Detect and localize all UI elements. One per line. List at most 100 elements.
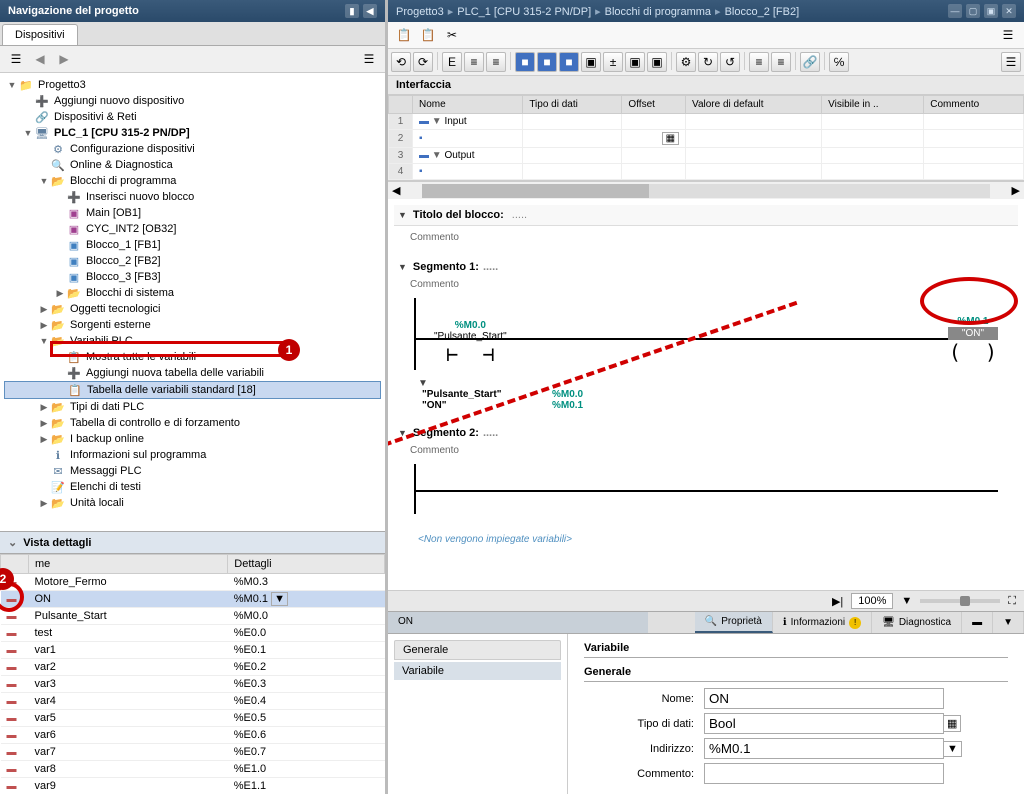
interface-hscroll[interactable]: ◀ ▶: [388, 181, 1024, 199]
tb-btn[interactable]: E: [442, 52, 462, 72]
addr-picker-btn[interactable]: ▼: [943, 741, 962, 757]
detail-row[interactable]: ▬var1%E0.1: [1, 642, 385, 659]
detail-row[interactable]: ▬var5%E0.5: [1, 710, 385, 727]
iface-col[interactable]: Offset: [622, 96, 686, 114]
close-icon[interactable]: ✕: [1002, 4, 1016, 18]
tab-diag[interactable]: 🖥 Diagnostica: [872, 612, 962, 633]
tb-btn[interactable]: ↺: [720, 52, 740, 72]
type-picker-btn[interactable]: ▦: [943, 715, 961, 732]
tree-item[interactable]: ▼📂Variabili PLC: [4, 333, 381, 349]
detail-row[interactable]: ▬var4%E0.4: [1, 693, 385, 710]
props-side-general[interactable]: Generale: [394, 640, 561, 660]
detail-table[interactable]: me Dettagli ▬Motore_Fermo%M0.3▬ON%M0.1 ▼…: [0, 554, 385, 794]
tree-item[interactable]: ▼🖥PLC_1 [CPU 315-2 PN/DP]: [4, 125, 381, 141]
tree-item[interactable]: ▣CYC_INT2 [OB32]: [4, 221, 381, 237]
tree-item[interactable]: ➕Inserisci nuovo blocco: [4, 189, 381, 205]
field-name[interactable]: [704, 688, 944, 709]
tree-item[interactable]: ▶📂Sorgenti esterne: [4, 317, 381, 333]
tb-btn[interactable]: ≡: [771, 52, 791, 72]
minimize-icon[interactable]: —: [948, 4, 962, 18]
tb-btn[interactable]: ■: [559, 52, 579, 72]
panel-btn[interactable]: ◀: [363, 4, 377, 18]
caret-down-icon[interactable]: ▼: [398, 428, 407, 438]
interface-table[interactable]: NomeTipo di datiOffsetValore di defaultV…: [388, 95, 1024, 181]
tree-item[interactable]: ▶📂Tipi di dati PLC: [4, 399, 381, 415]
caret-down-icon[interactable]: ▼: [398, 210, 407, 220]
restore-icon[interactable]: ▢: [966, 4, 980, 18]
detail-row[interactable]: ▬test%E0.0: [1, 625, 385, 642]
detail-row[interactable]: ▬var9%E1.1: [1, 778, 385, 794]
iface-col[interactable]: Commento: [924, 96, 1024, 114]
tree-item[interactable]: ➕Aggiungi nuova tabella delle variabili: [4, 365, 381, 381]
tree-item[interactable]: ⚙Configurazione dispositivi: [4, 141, 381, 157]
tree-collapse-btn[interactable]: ☰: [6, 49, 26, 69]
tb-btn[interactable]: ≡: [464, 52, 484, 72]
tb-btn[interactable]: 🔗: [800, 52, 820, 72]
detail-row[interactable]: ▬var6%E0.6: [1, 727, 385, 744]
lad-coil[interactable]: %M0.1 "ON" ( ): [948, 316, 998, 364]
segment-2[interactable]: ▼ Segmento 2: ..... Commento <Non vengon…: [394, 423, 1018, 565]
tb-btn[interactable]: ≡: [749, 52, 769, 72]
tree-item[interactable]: ℹInformazioni sul programma: [4, 447, 381, 463]
detail-row[interactable]: ▬var7%E0.7: [1, 744, 385, 761]
tb-btn[interactable]: ▣: [647, 52, 667, 72]
iface-row[interactable]: 4▪: [389, 164, 1024, 180]
field-addr[interactable]: [704, 738, 944, 759]
col-name[interactable]: me: [29, 555, 228, 574]
tb-btn[interactable]: ⟲: [391, 52, 411, 72]
tab-dispositivi[interactable]: Dispositivi: [2, 24, 78, 45]
maximize-icon[interactable]: ▣: [984, 4, 998, 18]
nav-back-btn[interactable]: ◀: [30, 49, 50, 69]
tree-item[interactable]: 🔗Dispositivi & Reti: [4, 109, 381, 125]
tree-item[interactable]: 📋Tabella delle variabili standard [18]: [4, 381, 381, 399]
tb-btn[interactable]: ☰: [1001, 52, 1021, 72]
tree-item[interactable]: ▼📂Blocchi di programma: [4, 173, 381, 189]
iface-col[interactable]: [389, 96, 413, 114]
tool-btn[interactable]: ☰: [998, 25, 1018, 45]
detail-view-header[interactable]: ⌄ Vista dettagli: [0, 531, 385, 554]
tb-btn[interactable]: ↻: [698, 52, 718, 72]
detail-row[interactable]: ▬Motore_Fermo%M0.3: [1, 574, 385, 591]
field-comment[interactable]: [704, 763, 944, 784]
props-side-variable[interactable]: Variabile: [394, 662, 561, 680]
tree-opt-btn[interactable]: ☰: [359, 49, 379, 69]
project-tree[interactable]: 1 ▼📁Progetto3➕Aggiungi nuovo dispositivo…: [0, 73, 385, 531]
tree-item[interactable]: ➕Aggiungi nuovo dispositivo: [4, 93, 381, 109]
tb-btn[interactable]: ≡: [486, 52, 506, 72]
iface-col[interactable]: Tipo di dati: [523, 96, 622, 114]
tree-item[interactable]: ▣Main [OB1]: [4, 205, 381, 221]
tree-item[interactable]: ✉Messaggi PLC: [4, 463, 381, 479]
tree-item[interactable]: ▣Blocco_1 [FB1]: [4, 237, 381, 253]
iface-col[interactable]: Valore di default: [686, 96, 822, 114]
tree-item[interactable]: ▶📂I backup online: [4, 431, 381, 447]
breadcrumb-item[interactable]: PLC_1 [CPU 315-2 PN/DP]: [457, 6, 591, 18]
block-editor[interactable]: ▼ Titolo del blocco: ..... Commento ▼ Se…: [388, 199, 1024, 590]
tree-item[interactable]: 🔍Online & Diagnostica: [4, 157, 381, 173]
tb-btn[interactable]: ℅: [829, 52, 849, 72]
caret-down-icon[interactable]: ▼: [398, 262, 407, 272]
tool-btn[interactable]: 📋: [418, 25, 438, 45]
segment-1[interactable]: ▼ Segmento 1: ..... Commento %M0.0 "Puls…: [394, 257, 1018, 411]
detail-row[interactable]: ▬Pulsante_Start%M0.0: [1, 608, 385, 625]
tree-item[interactable]: ▼📁Progetto3: [4, 77, 381, 93]
col-details[interactable]: Dettagli: [228, 555, 385, 574]
props-close-btn[interactable]: ▼: [993, 612, 1024, 633]
iface-row[interactable]: 3▬ ▼ Output: [389, 148, 1024, 164]
tb-btn[interactable]: ▣: [625, 52, 645, 72]
tb-btn[interactable]: ±: [603, 52, 623, 72]
tab-properties[interactable]: 🔍 Proprietà: [695, 612, 773, 633]
expand-icon[interactable]: ⛶: [1008, 595, 1016, 608]
detail-row[interactable]: ▬var3%E0.3: [1, 676, 385, 693]
tree-item[interactable]: ▣Blocco_2 [FB2]: [4, 253, 381, 269]
tb-btn[interactable]: ⟳: [413, 52, 433, 72]
zoom-level[interactable]: 100%: [851, 593, 893, 609]
tb-btn[interactable]: ■: [537, 52, 557, 72]
field-type[interactable]: [704, 713, 944, 734]
tree-item[interactable]: ▣Blocco_3 [FB3]: [4, 269, 381, 285]
props-min-btn[interactable]: ▬: [962, 612, 993, 633]
detail-row[interactable]: ▬var2%E0.2: [1, 659, 385, 676]
panel-btn[interactable]: ▮: [345, 4, 359, 18]
tree-item[interactable]: ▶📂Unità locali: [4, 495, 381, 511]
breadcrumb-item[interactable]: Blocchi di programma: [605, 6, 711, 18]
tree-item[interactable]: ▶📂Oggetti tecnologici: [4, 301, 381, 317]
